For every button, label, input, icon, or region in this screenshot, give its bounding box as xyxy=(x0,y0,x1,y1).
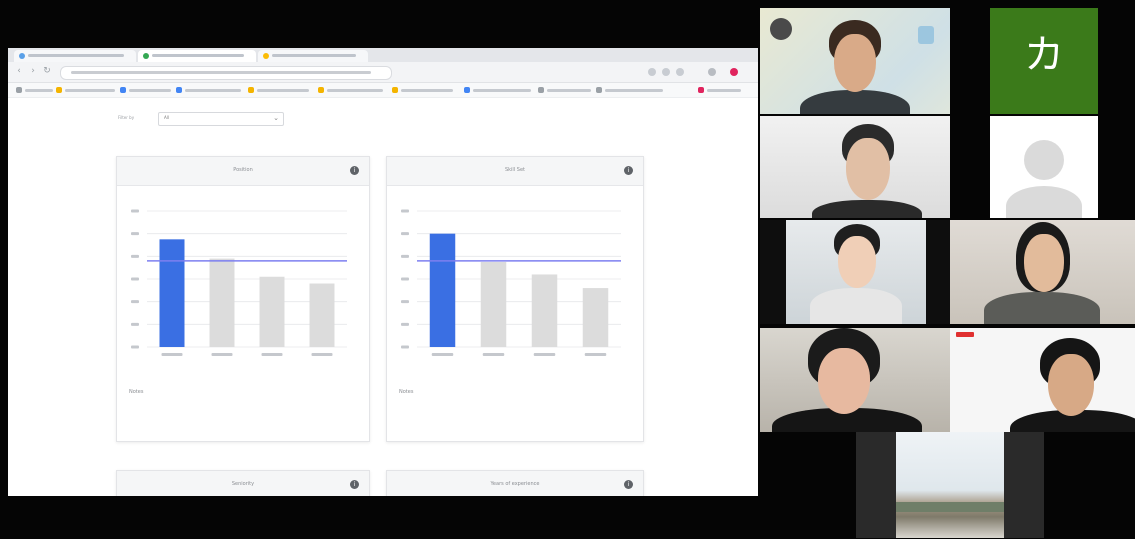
x-tick-label xyxy=(261,353,283,356)
landscape-scenery xyxy=(896,502,1004,512)
y-tick-label xyxy=(131,322,139,326)
browser-tab[interactable] xyxy=(14,50,136,62)
bookmarks-bar xyxy=(8,83,758,98)
bar-chart xyxy=(401,209,621,356)
card-title: Position xyxy=(233,167,253,173)
extension-icon[interactable] xyxy=(676,68,684,76)
shared-screen: ‹ › ↻ Filter by All ⌄ Position i Notes S… xyxy=(8,48,758,496)
filter-value: All xyxy=(164,115,169,120)
info-icon[interactable]: i xyxy=(624,480,633,489)
bar xyxy=(582,288,609,347)
chart-card: Years of experience i xyxy=(386,470,644,496)
bar xyxy=(480,262,507,347)
forward-icon[interactable]: › xyxy=(28,66,38,76)
bar xyxy=(209,258,235,347)
participant-video[interactable] xyxy=(950,328,1135,432)
profile-icon[interactable] xyxy=(730,68,738,76)
y-tick-label xyxy=(401,232,409,236)
info-icon[interactable]: i xyxy=(624,166,633,175)
x-tick-label xyxy=(311,353,333,356)
bar-chart xyxy=(131,209,347,356)
recording-indicator xyxy=(956,332,974,337)
participant-initial-tile[interactable]: カ xyxy=(990,8,1098,114)
card-header: Position i xyxy=(117,157,369,186)
y-tick-label xyxy=(401,209,409,213)
chart-card: Position i Notes xyxy=(116,156,370,442)
background-decoration xyxy=(918,26,934,44)
chart-card: Skill Set i Notes xyxy=(386,156,644,442)
x-tick-label xyxy=(584,353,607,356)
y-tick-label xyxy=(131,254,139,258)
video-gap xyxy=(760,220,786,324)
y-tick-label xyxy=(401,345,409,349)
bar xyxy=(159,239,185,347)
y-tick-label xyxy=(401,300,409,304)
notes-title: Notes xyxy=(399,389,414,395)
notes-title: Notes xyxy=(129,389,144,395)
reload-icon[interactable]: ↻ xyxy=(42,66,52,76)
avatar-icon xyxy=(1024,140,1064,180)
chart-card: Seniority i xyxy=(116,470,370,496)
chevron-down-icon: ⌄ xyxy=(273,114,279,122)
participant-video[interactable] xyxy=(760,116,950,218)
card-header: Years of experience i xyxy=(387,471,643,496)
filter-label: Filter by xyxy=(118,115,135,120)
bar xyxy=(531,274,558,347)
bar xyxy=(429,233,456,347)
meeting-window: { "shared_screen": { "filter": {"label":… xyxy=(0,0,1135,539)
info-icon[interactable]: i xyxy=(350,166,359,175)
video-gap xyxy=(926,220,950,324)
extension-icon[interactable] xyxy=(708,68,716,76)
card-title: Seniority xyxy=(231,481,255,487)
card-header: Skill Set i xyxy=(387,157,643,186)
participant-initial: カ xyxy=(1024,32,1064,78)
url-field[interactable] xyxy=(60,66,392,80)
extension-icon[interactable] xyxy=(662,68,670,76)
x-tick-label xyxy=(533,353,556,356)
browser-tab-active[interactable] xyxy=(138,50,256,62)
bar xyxy=(259,276,285,347)
y-tick-label xyxy=(131,345,139,349)
y-tick-label xyxy=(131,209,139,213)
participant-video[interactable] xyxy=(950,220,1135,324)
y-tick-label xyxy=(401,277,409,281)
participant-video[interactable] xyxy=(760,328,950,432)
y-tick-label xyxy=(401,322,409,326)
y-tick-label xyxy=(401,254,409,258)
bar xyxy=(309,283,335,347)
participant-video[interactable] xyxy=(896,432,1004,538)
y-tick-label xyxy=(131,300,139,304)
participant-video[interactable] xyxy=(760,8,950,114)
browser-tab[interactable] xyxy=(258,50,368,62)
card-title: Skill Set xyxy=(504,167,526,173)
info-icon[interactable]: i xyxy=(350,480,359,489)
browser-tab-bar xyxy=(8,48,758,62)
y-tick-label xyxy=(131,277,139,281)
x-tick-label xyxy=(431,353,454,356)
participant-avatar-tile[interactable] xyxy=(990,116,1098,218)
card-title: Years of experience xyxy=(490,481,540,487)
card-header: Seniority i xyxy=(117,471,369,496)
x-tick-label xyxy=(211,353,233,356)
x-tick-label xyxy=(482,353,505,356)
back-icon[interactable]: ‹ xyxy=(14,66,24,76)
video-gap xyxy=(1004,432,1044,538)
pin-icon[interactable] xyxy=(770,18,792,40)
y-tick-label xyxy=(131,232,139,236)
browser-address-bar: ‹ › ↻ xyxy=(8,62,758,83)
video-gap xyxy=(856,432,896,538)
filter-select[interactable]: All ⌄ xyxy=(158,112,284,126)
extension-icon[interactable] xyxy=(648,68,656,76)
x-tick-label xyxy=(161,353,183,356)
participant-video[interactable] xyxy=(786,220,926,324)
